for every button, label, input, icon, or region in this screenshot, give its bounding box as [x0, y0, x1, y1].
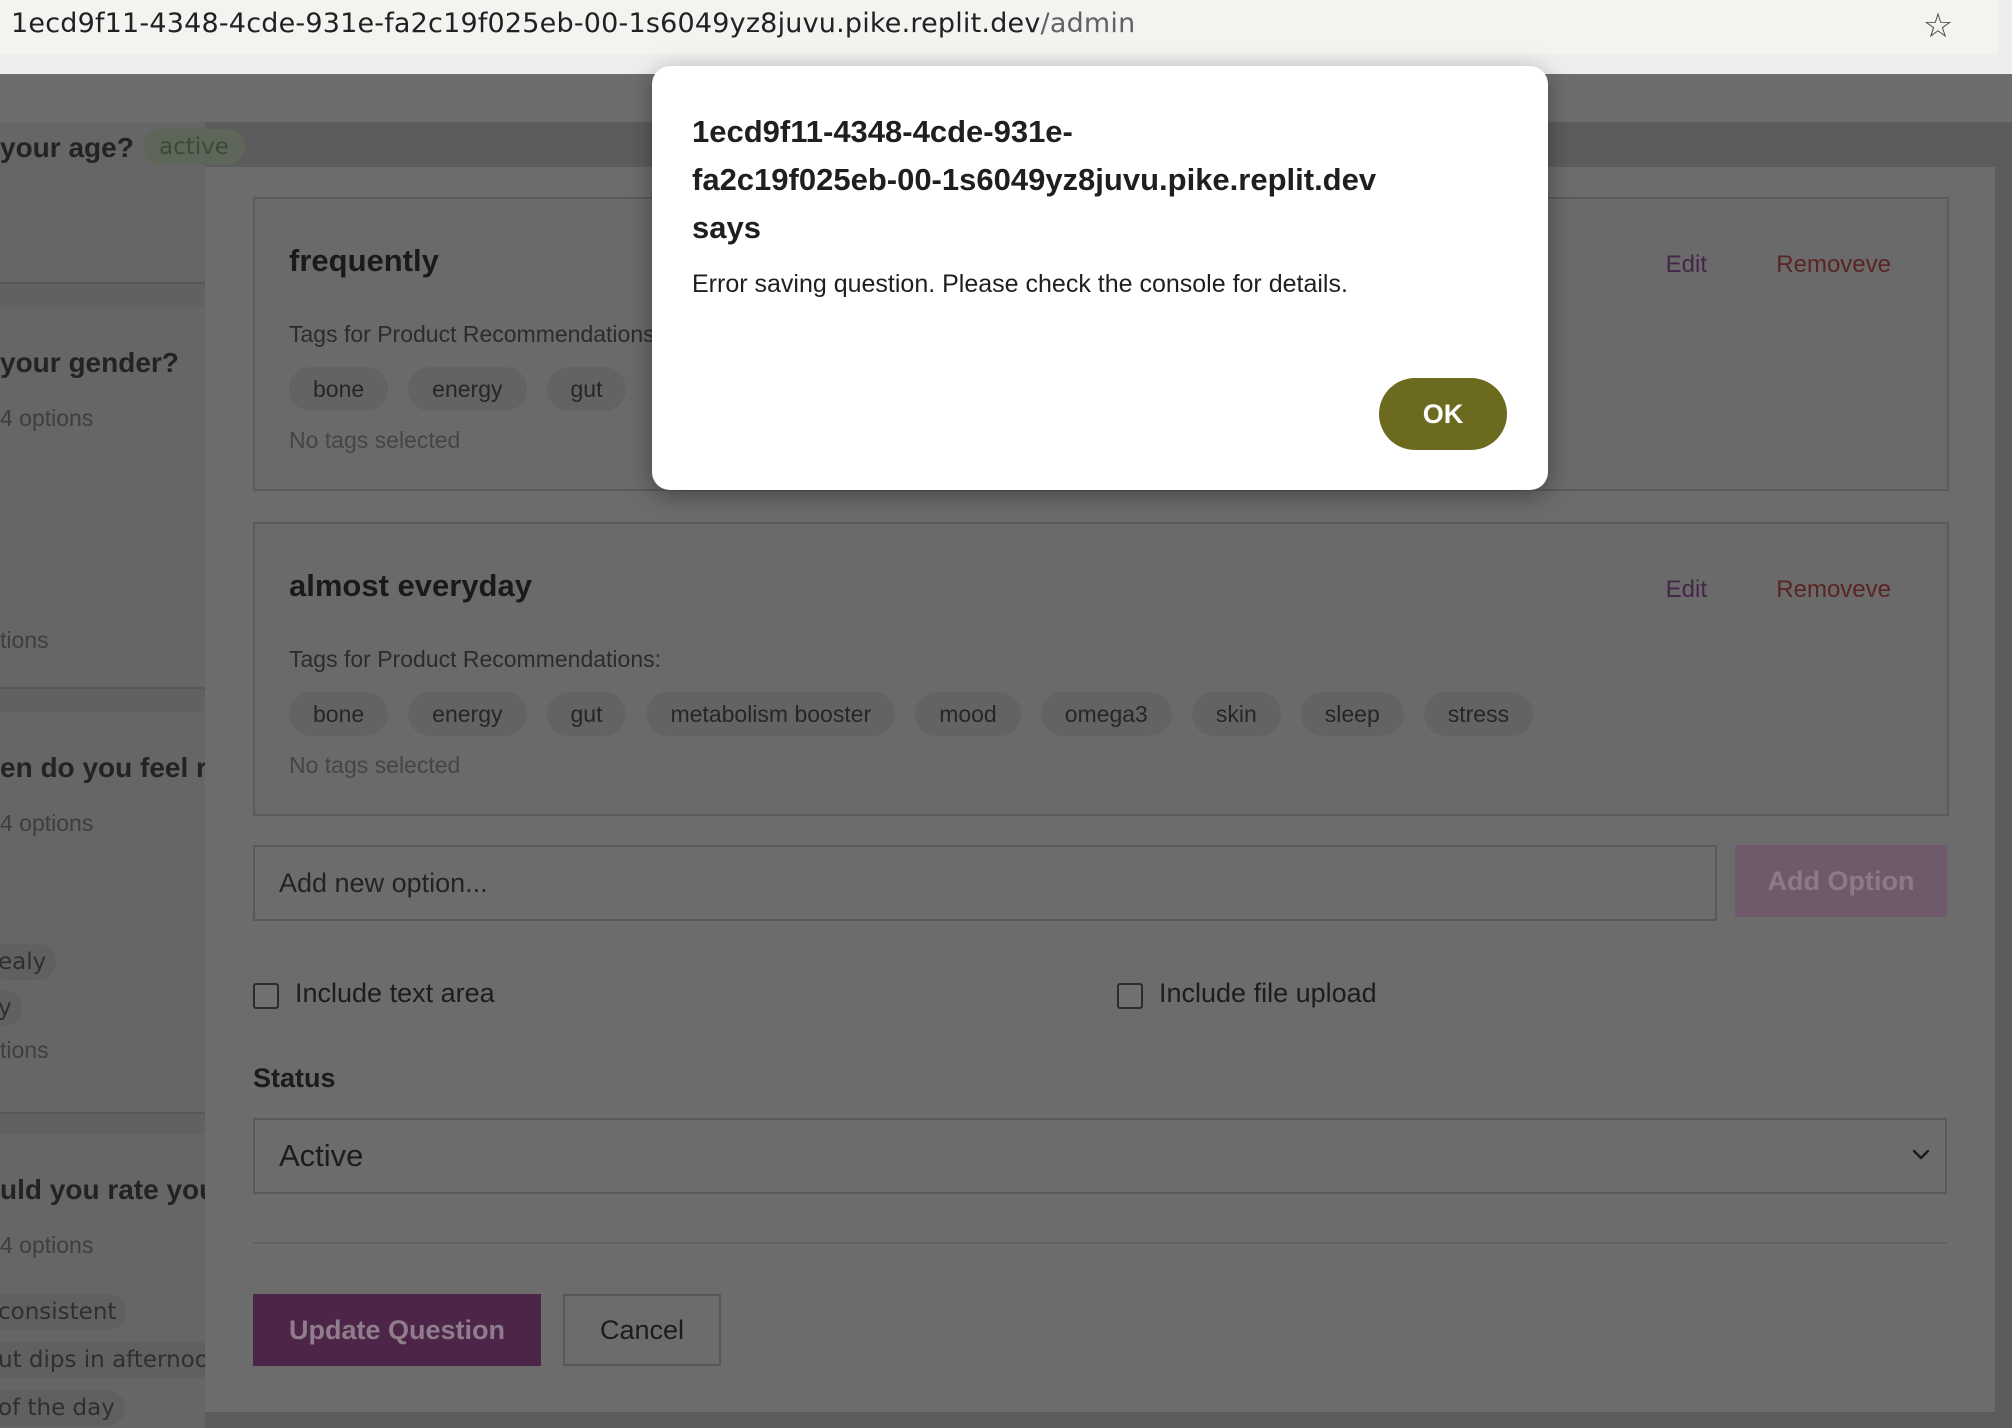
tag-list: bone energy gut metabolism booster mood …: [289, 692, 1534, 736]
option-title: frequently: [289, 243, 439, 278]
status-value: Active: [279, 1138, 364, 1173]
url-text[interactable]: 1ecd9f11-4348-4cde-931e-fa2c19f025eb-00-…: [11, 8, 1135, 39]
tag-chip[interactable]: gut: [546, 367, 627, 411]
tag-chip[interactable]: metabolism booster: [646, 692, 896, 736]
question-title: uld you rate you: [0, 1174, 217, 1205]
options-count: 4 options: [0, 1232, 94, 1258]
alert-dialog: 1ecd9f11-4348-4cde-931e- fa2c19f025eb-00…: [652, 66, 1548, 490]
ok-button[interactable]: OK: [1379, 378, 1507, 450]
question-title: your gender?: [0, 347, 179, 378]
star-icon[interactable]: ☆: [1918, 6, 1958, 46]
include-file-upload-label: Include file upload: [1159, 978, 1377, 1008]
options-footer: tions: [0, 627, 49, 653]
tag-chip[interactable]: bone: [289, 692, 389, 736]
alert-origin-line: fa2c19f025eb-00-1s6049yz8juvu.pike.repli…: [692, 162, 1377, 197]
question-card[interactable]: your gender? 4 options tions: [0, 307, 205, 689]
tags-label: Tags for Product Recommendations:: [289, 646, 662, 672]
tag-chip[interactable]: skin: [1191, 692, 1281, 736]
option-pill: y: [0, 990, 22, 1026]
tag-chip[interactable]: bone: [289, 367, 389, 411]
tag-chip[interactable]: energy: [408, 692, 527, 736]
option-pill: ut dips in afternoon: [0, 1342, 234, 1378]
update-question-button[interactable]: Update Question: [253, 1294, 541, 1366]
alert-origin-line: says: [692, 210, 761, 245]
tag-chip[interactable]: mood: [915, 692, 1021, 736]
remove-option-button[interactable]: Removeve: [1776, 251, 1891, 279]
remove-option-button[interactable]: Removeve: [1776, 576, 1891, 604]
option-card: almost everyday Edit Removeve Tags for P…: [253, 522, 1949, 816]
no-tags-text: No tags selected: [289, 752, 461, 778]
question-card[interactable]: en do you feel r 4 options ealy y tions: [0, 712, 207, 1114]
alert-origin-line: 1ecd9f11-4348-4cde-931e-: [692, 114, 1073, 149]
question-title: en do you feel r: [0, 752, 207, 783]
option-pill: ealy: [0, 944, 57, 980]
cancel-button[interactable]: Cancel: [563, 1294, 721, 1366]
divider: [253, 1242, 1947, 1244]
question-title: your age?: [0, 132, 134, 163]
tag-chip[interactable]: energy: [408, 367, 527, 411]
url-path: /admin: [1040, 8, 1136, 39]
options-footer: tions: [0, 1037, 49, 1063]
address-field[interactable]: 1ecd9f11-4348-4cde-931e-fa2c19f025eb-00-…: [0, 0, 1998, 54]
status-badge: active: [143, 129, 245, 165]
add-option-button[interactable]: Add Option: [1735, 845, 1947, 917]
tags-label: Tags for Product Recommendations:: [289, 321, 662, 347]
question-card[interactable]: your age? active: [0, 122, 245, 284]
browser-url-bar: 1ecd9f11-4348-4cde-931e-fa2c19f025eb-00-…: [0, 0, 2012, 74]
option-title: almost everyday: [289, 568, 532, 603]
include-text-area-label: Include text area: [295, 978, 495, 1008]
option-pill: of the day: [0, 1390, 125, 1426]
question-list: your age? active your gender? 4 options …: [0, 122, 245, 1428]
chevron-down-icon: [1912, 1149, 1930, 1160]
alert-message: Error saving question. Please check the …: [692, 270, 1348, 298]
tag-chip[interactable]: sleep: [1300, 692, 1404, 736]
tag-chip[interactable]: stress: [1423, 692, 1534, 736]
options-count: 4 options: [0, 810, 94, 836]
status-select[interactable]: Active: [253, 1118, 1947, 1194]
edit-option-button[interactable]: Edit: [1666, 251, 1707, 279]
include-file-upload-checkbox[interactable]: [1117, 983, 1143, 1009]
edit-option-button[interactable]: Edit: [1666, 576, 1707, 604]
no-tags-text: No tags selected: [289, 427, 461, 453]
question-card[interactable]: uld you rate you 4 options consistent ut…: [0, 1134, 234, 1428]
include-text-area-checkbox[interactable]: [253, 983, 279, 1009]
new-option-input[interactable]: Add new option...: [253, 845, 1717, 921]
tag-chip[interactable]: gut: [546, 692, 627, 736]
tag-chip[interactable]: omega3: [1040, 692, 1172, 736]
options-count: 4 options: [0, 405, 94, 431]
tag-list: bone energy gut: [289, 367, 627, 411]
option-pill: consistent: [0, 1294, 127, 1330]
status-label: Status: [253, 1063, 336, 1093]
url-host: 1ecd9f11-4348-4cde-931e-fa2c19f025eb-00-…: [11, 8, 1041, 39]
alert-origin: 1ecd9f11-4348-4cde-931e- fa2c19f025eb-00…: [692, 108, 1512, 252]
